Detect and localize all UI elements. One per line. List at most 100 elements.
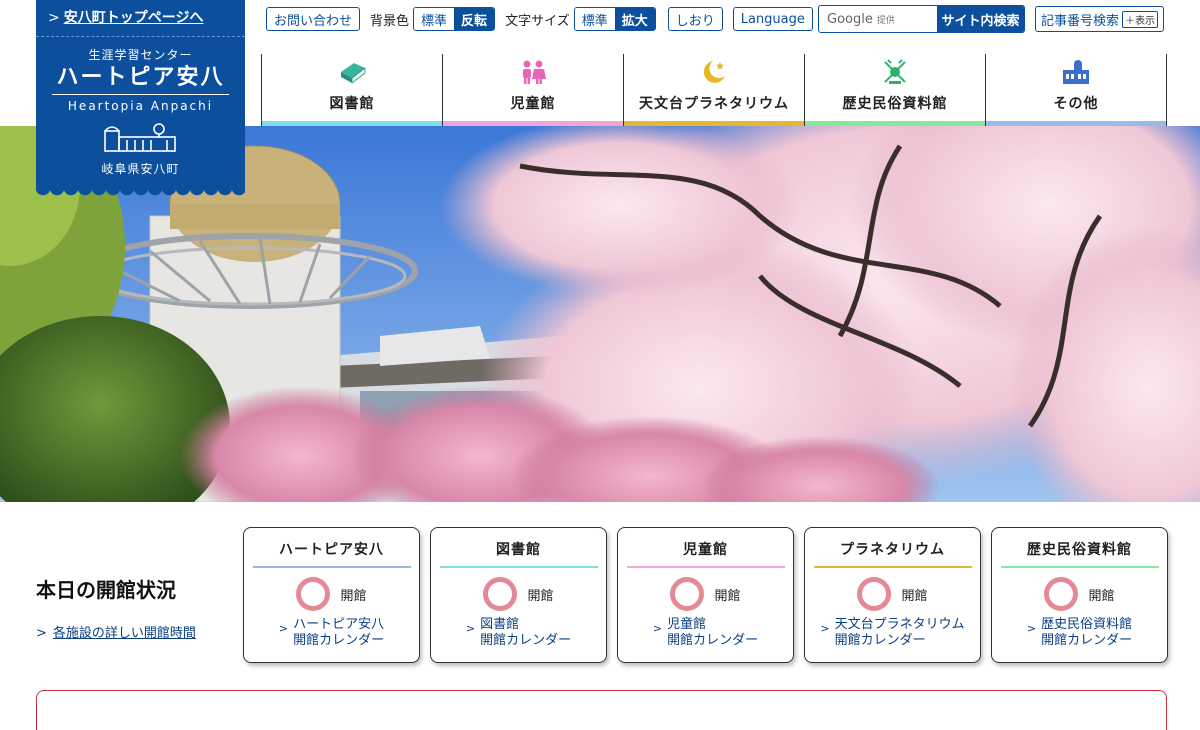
text-size-toggle: 標準 拡大 (573, 7, 656, 31)
site-search: Google 提供 サイト内検索 (818, 5, 1025, 33)
chevron-right-icon: > (48, 10, 60, 26)
nav-planetarium[interactable]: 天文台プラネタリウム (623, 54, 804, 126)
chevron-right-icon: > (652, 622, 663, 635)
text-standard-button[interactable]: 標準 (574, 8, 615, 30)
status-card-title: 図書館 (496, 542, 541, 558)
calendar-link-line2: 開館カレンダー (480, 633, 572, 648)
nav-folk-museum-label: 歴史民俗資料館 (842, 96, 948, 112)
bookmark-button[interactable]: しおり (667, 7, 723, 31)
status-card-line (813, 566, 972, 568)
language-button[interactable]: Language (732, 7, 813, 31)
article-number-search-label: 記事番号検索 (1041, 13, 1120, 29)
status-card-title: 歴史民俗資料館 (1027, 542, 1132, 558)
status-card-line (1000, 566, 1159, 568)
calendar-link-line1: 図書館 (480, 617, 520, 632)
nav-children-label: 児童館 (510, 96, 556, 112)
town-top-link[interactable]: > 安八町トップページへ (36, 0, 245, 37)
logo-name: ハートピア安八 (52, 65, 229, 95)
status-card-line (626, 566, 785, 568)
open-circle-icon (296, 577, 331, 611)
book-icon (341, 63, 366, 84)
status-card-open: 開館 (618, 576, 793, 612)
article-number-search-button[interactable]: 記事番号検索 ＋表示 (1035, 6, 1165, 32)
status-card-status: 開館 (340, 588, 367, 604)
calendar-link-line1: 歴史民俗資料館 (1041, 617, 1133, 632)
nav-other-label: その他 (1053, 96, 1099, 112)
status-card-library: 図書館 開館 > 図書館 開館カレンダー (430, 527, 607, 663)
logo-roman: Heartopia Anpachi (67, 99, 214, 113)
calendar-link-line1: 児童館 (667, 617, 707, 632)
moon-star-icon (703, 61, 725, 83)
contact-button[interactable]: お問い合わせ (266, 7, 361, 31)
building-icon (1063, 60, 1089, 84)
nav-children[interactable]: 児童館 (442, 54, 623, 126)
status-card-planetarium: プラネタリウム 開館 > 天文台プラネタリウム 開館カレンダー (804, 527, 981, 663)
nav-library[interactable]: 図書館 (261, 54, 442, 126)
status-card-children: 児童館 開館 > 児童館 開館カレンダー (617, 527, 794, 663)
status-card-open: 開館 (805, 576, 980, 612)
calendar-link[interactable]: > 歴史民俗資料館 開館カレンダー (992, 617, 1167, 649)
calendar-link-line2: 開館カレンダー (293, 633, 385, 648)
text-large-button[interactable]: 拡大 (614, 8, 655, 30)
status-card-title: 児童館 (683, 542, 728, 558)
status-card-open: 開館 (431, 576, 606, 612)
status-card-status: 開館 (527, 588, 554, 604)
chevron-right-icon: > (1026, 622, 1037, 635)
text-size-label: 文字サイズ (505, 13, 570, 29)
building-logo-icon (103, 123, 176, 152)
nav-other[interactable]: その他 (985, 54, 1167, 126)
status-card-status: 開館 (901, 588, 928, 604)
status-card-title: ハートピア安八 (279, 542, 384, 558)
logo-prefecture: 岐阜県安八町 (101, 162, 180, 176)
calendar-link[interactable]: > 児童館 開館カレンダー (618, 617, 793, 649)
status-card-folk-museum: 歴史民俗資料館 開館 > 歴史民俗資料館 開館カレンダー (991, 527, 1168, 663)
status-card-status: 開館 (1088, 588, 1115, 604)
open-circle-icon (670, 577, 705, 611)
opening-hours-link-label: 各施設の詳しい開館時間 (52, 626, 196, 641)
status-card-open: 開館 (992, 576, 1167, 612)
article-show-toggle[interactable]: ＋表示 (1122, 10, 1159, 28)
bg-color-toggle: 標準 反転 (413, 7, 496, 31)
calendar-link[interactable]: > 天文台プラネタリウム 開館カレンダー (805, 617, 980, 649)
calendar-link-line2: 開館カレンダー (667, 633, 759, 648)
calendar-link-line1: 天文台プラネタリウム (834, 617, 965, 632)
main-nav: 図書館 児童館 天文台プラネタリウム 歴史民俗資料館 その他 (261, 54, 1167, 126)
calendar-link-line2: 開館カレンダー (834, 633, 926, 648)
nav-folk-museum[interactable]: 歴史民俗資料館 (804, 54, 985, 126)
nav-planetarium-label: 天文台プラネタリウム (639, 96, 789, 112)
calendar-link[interactable]: > 図書館 開館カレンダー (431, 617, 606, 649)
children-icon (523, 60, 546, 84)
status-card-line (439, 566, 598, 568)
status-card-heartopia: ハートピア安八 開館 > ハートピア安八 開館カレンダー (243, 527, 420, 663)
chevron-right-icon: > (465, 622, 476, 635)
search-input[interactable]: Google 提供 (819, 6, 937, 32)
logo-subtitle: 生涯学習センター (88, 48, 193, 62)
google-provided-label: 提供 (876, 15, 895, 26)
notice-box (36, 690, 1167, 730)
bg-standard-button[interactable]: 標準 (414, 8, 455, 30)
bg-invert-button[interactable]: 反転 (454, 8, 495, 30)
chevron-right-icon: > (36, 626, 47, 641)
status-card-line (252, 566, 411, 568)
status-card-status: 開館 (714, 588, 741, 604)
chevron-right-icon: > (820, 622, 830, 635)
google-label: Google (827, 11, 873, 27)
status-card-open: 開館 (244, 576, 419, 612)
site-logo-block: > 安八町トップページへ 生涯学習センター ハートピア安八 Heartopia A… (36, 0, 245, 200)
open-circle-icon (1044, 577, 1079, 611)
status-cards: ハートピア安八 開館 > ハートピア安八 開館カレンダー 図書館 開館 > 図書館… (243, 527, 1168, 663)
utility-bar: お問い合わせ 背景色 標準 反転 文字サイズ 標準 拡大 しおり Languag… (266, 6, 813, 32)
calendar-link-line2: 開館カレンダー (1041, 633, 1133, 648)
chevron-right-icon: > (278, 622, 289, 635)
today-status-title: 本日の開館状況 (36, 578, 176, 602)
bg-color-label: 背景色 (370, 13, 410, 29)
open-circle-icon (857, 577, 892, 611)
nav-library-label: 図書館 (329, 96, 375, 112)
site-search-button[interactable]: サイト内検索 (937, 6, 1024, 32)
opening-hours-link[interactable]: > 各施設の詳しい開館時間 (36, 622, 196, 641)
calendar-link[interactable]: > ハートピア安八 開館カレンダー (244, 617, 419, 649)
town-top-link-label: 安八町トップページへ (63, 10, 204, 26)
status-card-title: プラネタリウム (840, 542, 945, 558)
calendar-link-line1: ハートピア安八 (293, 617, 385, 632)
open-circle-icon (483, 577, 518, 611)
